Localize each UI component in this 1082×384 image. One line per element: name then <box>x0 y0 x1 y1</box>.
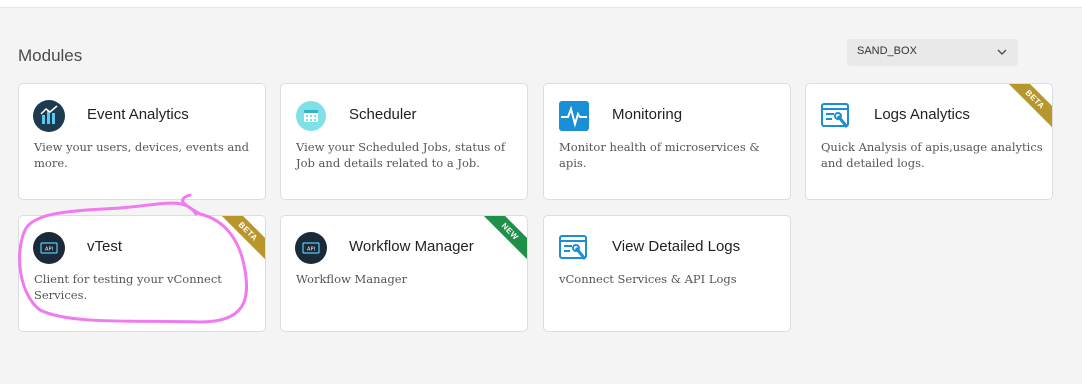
detailed-logs-icon <box>559 235 587 260</box>
beta-badge: BETA <box>1002 84 1052 133</box>
module-description: View your users, devices, events and mor… <box>34 140 250 170</box>
chevron-down-icon <box>997 49 1007 56</box>
module-name: Logs Analytics <box>874 106 970 123</box>
module-card-workflow-manager[interactable]: API Workflow Manager Workflow Manager NE… <box>280 215 528 332</box>
module-card-monitoring[interactable]: Monitoring Monitor health of microservic… <box>543 83 791 200</box>
module-name: vTest <box>87 238 123 255</box>
api-test-icon: API <box>33 232 65 264</box>
heartbeat-icon <box>559 101 589 131</box>
svg-text:API: API <box>45 247 53 253</box>
beta-badge: BETA <box>215 216 265 265</box>
calendar-icon <box>296 101 326 131</box>
module-card-logs-analytics[interactable]: Logs Analytics Quick Analysis of apis,us… <box>805 83 1053 200</box>
top-bar <box>0 0 1082 8</box>
new-badge: NEW <box>477 216 527 265</box>
workflow-icon: API <box>295 232 327 264</box>
module-card-event-analytics[interactable]: Event Analytics View your users, devices… <box>18 83 266 200</box>
module-card-vtest[interactable]: API vTest Client for testing your vConne… <box>18 215 266 332</box>
module-description: Quick Analysis of apis,usage analytics a… <box>821 140 1043 170</box>
module-description: vConnect Services & API Logs <box>559 272 737 286</box>
module-description: Workflow Manager <box>296 272 408 286</box>
bar-chart-icon <box>33 100 65 132</box>
module-name: Event Analytics <box>87 106 189 123</box>
module-name: View Detailed Logs <box>612 238 741 255</box>
module-name: Monitoring <box>612 106 683 123</box>
logs-analytics-icon <box>821 103 849 128</box>
module-description: Client for testing your vConnect Service… <box>34 272 222 302</box>
environment-select-value: SAND_BOX <box>857 45 917 57</box>
svg-text:API: API <box>307 247 315 253</box>
module-card-view-detailed-logs[interactable]: View Detailed Logs vConnect Services & A… <box>543 215 791 332</box>
module-name: Scheduler <box>349 106 417 123</box>
environment-select[interactable]: SAND_BOX <box>847 39 1018 66</box>
page-title: Modules <box>18 46 83 65</box>
module-card-scheduler[interactable]: Scheduler View your Scheduled Jobs, stat… <box>280 83 528 200</box>
module-description: View your Scheduled Jobs, status of Job … <box>296 140 506 170</box>
module-description: Monitor health of microservices & apis. <box>559 140 760 170</box>
module-name: Workflow Manager <box>349 238 474 255</box>
